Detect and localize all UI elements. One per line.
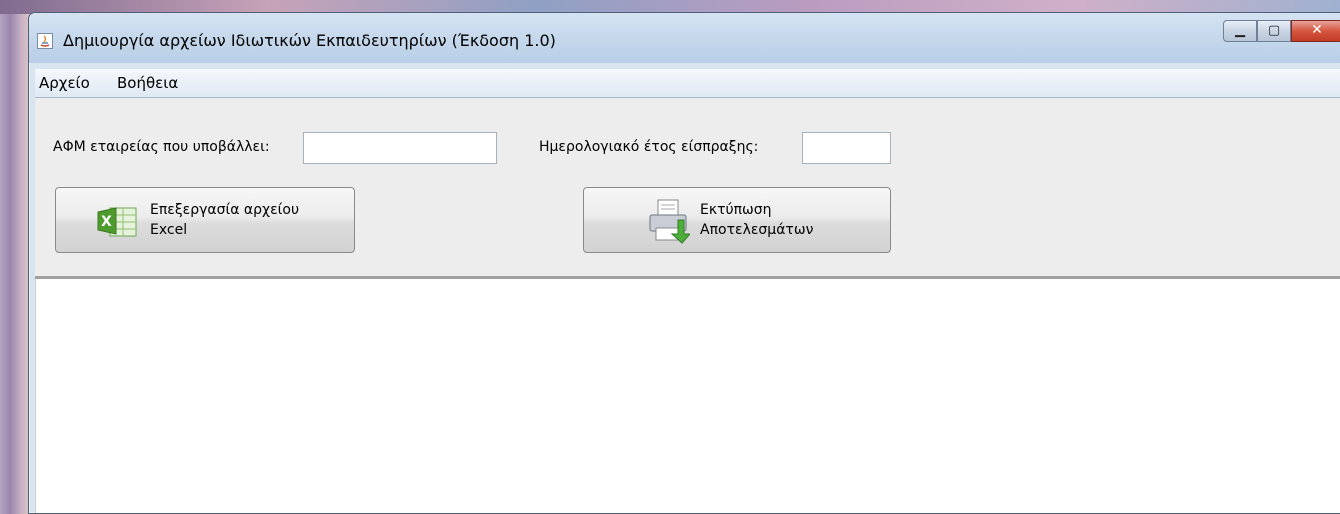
excel-icon: X [96, 202, 138, 244]
menu-bar: Αρχείο Βοήθεια [35, 69, 1340, 98]
process-excel-button[interactable]: X Επεξεργασία αρχείου Excel [55, 187, 355, 253]
main-panel: ΑΦΜ εταιρείας που υποβάλλει: Ημερολογιακ… [35, 98, 1340, 513]
afm-label: ΑΦΜ εταιρείας που υποβάλλει: [53, 139, 270, 155]
afm-input[interactable] [303, 132, 497, 164]
application-window: Δημιουργία αρχείων Ιδιωτικών Εκπαιδευτηρ… [28, 12, 1340, 514]
close-icon: ✕ [1311, 22, 1323, 38]
window-title: Δημιουργία αρχείων Ιδιωτικών Εκπαιδευτηρ… [63, 31, 556, 50]
output-area[interactable] [35, 279, 1340, 513]
java-app-icon [37, 33, 53, 49]
title-bar[interactable]: Δημιουργία αρχείων Ιδιωτικών Εκπαιδευτηρ… [29, 13, 1340, 63]
maximize-icon: ▢ [1267, 23, 1281, 38]
menu-help[interactable]: Βοήθεια [117, 74, 178, 92]
print-results-button[interactable]: Εκτύπωση Αποτελεσμάτων [583, 187, 891, 253]
window-controls: ▁ ▢ ✕ [1223, 20, 1340, 42]
year-label: Ημερολογιακό έτος είσπραξης: [539, 139, 759, 155]
process-excel-label: Επεξεργασία αρχείου Excel [150, 202, 300, 238]
print-results-label: Εκτύπωση Αποτελεσμάτων [700, 202, 814, 238]
minimize-icon: ▁ [1235, 23, 1245, 38]
minimize-button[interactable]: ▁ [1223, 20, 1257, 42]
svg-text:X: X [101, 214, 112, 230]
close-button[interactable]: ✕ [1291, 20, 1340, 42]
maximize-button[interactable]: ▢ [1257, 20, 1291, 42]
menu-file[interactable]: Αρχείο [39, 74, 90, 92]
year-input[interactable] [802, 132, 891, 164]
printer-icon [648, 198, 692, 248]
